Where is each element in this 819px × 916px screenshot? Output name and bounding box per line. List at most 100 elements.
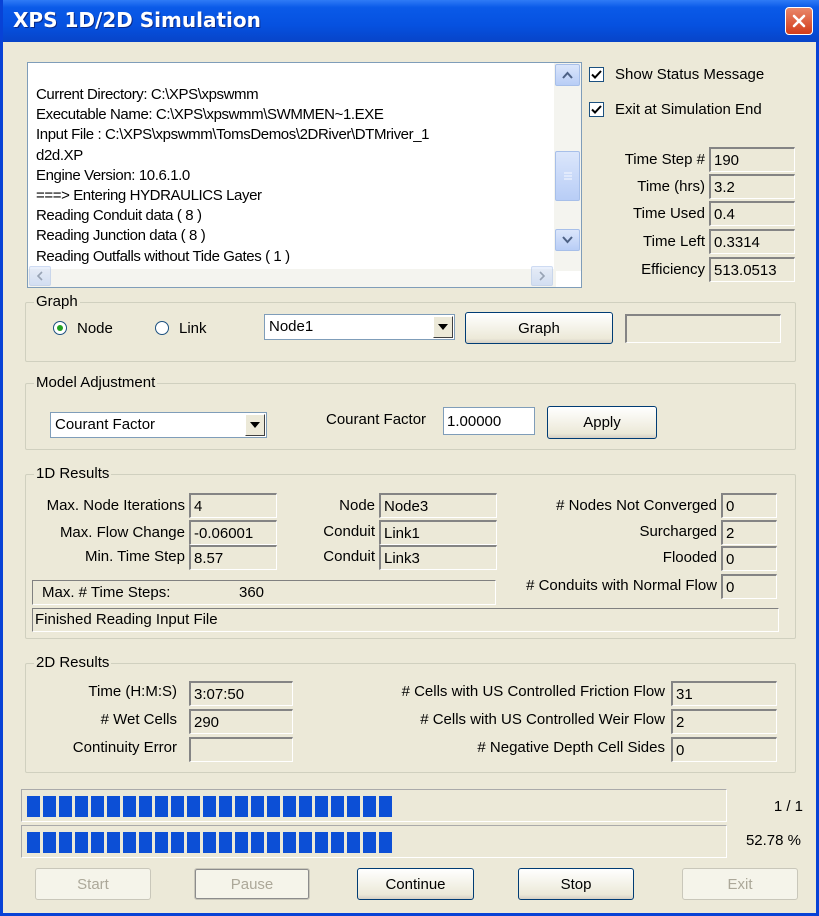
grip-icon [563, 172, 572, 180]
caret-down-icon [438, 324, 448, 330]
stop-button[interactable]: Stop [518, 868, 634, 900]
efficiency-label: Efficiency [641, 261, 705, 278]
chevron-down-icon [562, 236, 573, 244]
results-1d-title: 1D Results [34, 464, 112, 484]
nodes-not-converged-label: # Nodes Not Converged [556, 497, 717, 514]
continue-button[interactable]: Continue [357, 868, 474, 900]
show-status-checkbox[interactable] [589, 67, 604, 82]
scroll-right-button[interactable] [531, 266, 553, 286]
time-field: 3.2 [709, 174, 795, 199]
simulation-window: XPS 1D/2D Simulation Current Directory: … [0, 0, 819, 916]
start-button[interactable]: Start [35, 868, 151, 900]
window-title: XPS 1D/2D Simulation [13, 8, 261, 32]
continuity-error-field [189, 737, 293, 762]
wet-cells-label: # Wet Cells [100, 711, 177, 728]
time-left-label: Time Left [643, 233, 705, 250]
overall-progress-text: 1 / 1 [773, 798, 803, 815]
status-message-panel: Finished Reading Input File [32, 608, 779, 632]
log-line: Reading Junction data ( 8 ) [36, 227, 206, 245]
current-progress-bar [21, 825, 727, 858]
exit-at-end-label: Exit at Simulation End [615, 101, 762, 118]
status-log[interactable]: Current Directory: C:\XPS\xpswmm Executab… [27, 62, 582, 288]
apply-button[interactable]: Apply [547, 406, 657, 439]
log-line: Executable Name: C:\XPS\xpswmm\SWMMEN~1.… [36, 106, 384, 124]
max-node-iterations-field: 4 [189, 493, 277, 518]
exit-button[interactable]: Exit [682, 868, 798, 900]
dropdown-arrow[interactable] [433, 316, 453, 338]
min-time-step-field: 8.57 [189, 545, 277, 570]
adjustment-type-value: Courant Factor [55, 416, 156, 433]
time-step-label: Time Step # [624, 151, 705, 168]
exit-at-end-checkbox[interactable] [589, 102, 604, 117]
close-button[interactable] [785, 7, 813, 35]
max-time-steps-label: Max. # Time Steps: [42, 584, 171, 601]
time-label: Time (hrs) [637, 178, 705, 195]
scroll-down-button[interactable] [555, 229, 580, 251]
scroll-up-button[interactable] [555, 64, 580, 86]
min-time-step-label: Min. Time Step [84, 548, 185, 565]
node-radio[interactable] [53, 321, 67, 335]
weir-flow-label: # Cells with US Controlled Weir Flow [420, 711, 665, 728]
node-label: Node [339, 497, 375, 514]
link-radio[interactable] [155, 321, 169, 335]
max-flow-change-field: -0.06001 [189, 520, 277, 545]
close-icon [792, 14, 806, 28]
graph-item-select[interactable]: Node1 [264, 314, 455, 340]
continuity-error-label: Continuity Error [72, 739, 177, 756]
adjustment-type-select[interactable]: Courant Factor [50, 412, 267, 438]
time-hms-label: Time (H:M:S) [88, 683, 177, 700]
max-flow-change-label: Max. Flow Change [59, 524, 185, 541]
title-bar[interactable]: XPS 1D/2D Simulation [3, 0, 819, 42]
time-hms-field: 3:07:50 [189, 681, 293, 706]
status-message: Finished Reading Input File [35, 611, 218, 628]
time-step-field: 190 [709, 147, 795, 172]
time-used-field: 0.4 [709, 201, 795, 226]
log-vertical-scrollbar[interactable] [554, 63, 581, 271]
max-time-steps-panel: Max. # Time Steps: 360 [32, 580, 496, 605]
normal-flow-label: # Conduits with Normal Flow [526, 577, 717, 594]
chevron-left-icon [36, 271, 43, 281]
node-radio-label: Node [77, 320, 113, 337]
negative-depth-field: 0 [671, 737, 777, 762]
overall-progress-bar [21, 789, 727, 822]
log-line: Reading Outfalls without Tide Gates ( 1 … [36, 247, 290, 265]
negative-depth-label: # Negative Depth Cell Sides [477, 739, 665, 756]
results-2d-title: 2D Results [34, 653, 112, 673]
log-line: Input File : C:\XPS\xpswmm\TomsDemos\2DR… [36, 126, 430, 144]
model-adjustment-title: Model Adjustment [34, 373, 158, 393]
courant-factor-label: Courant Factor [326, 411, 427, 428]
wet-cells-field: 290 [189, 709, 293, 734]
graph-item-value: Node1 [269, 318, 314, 335]
scroll-thumb[interactable] [555, 151, 580, 201]
time-left-field: 0.3314 [709, 229, 795, 254]
max-time-steps-value: 360 [239, 584, 265, 601]
log-line: ===> Entering HYDRAULICS Layer [36, 187, 262, 205]
link-radio-label: Link [179, 320, 207, 337]
surcharged-label: Surcharged [639, 523, 717, 540]
nodes-not-converged-field: 0 [721, 493, 777, 518]
normal-flow-field: 0 [721, 574, 777, 599]
pause-button[interactable]: Pause [194, 868, 310, 900]
friction-flow-label: # Cells with US Controlled Friction Flow [401, 683, 665, 700]
checkmark-icon [591, 105, 602, 114]
log-line: d2d.XP [36, 146, 83, 164]
current-progress-fill [27, 832, 393, 853]
overall-progress-fill [27, 796, 393, 817]
courant-factor-input[interactable]: 1.00000 [443, 407, 535, 435]
dropdown-arrow[interactable] [245, 414, 265, 436]
conduit-field-1: Link1 [379, 520, 497, 545]
log-horizontal-scrollbar[interactable] [28, 266, 556, 287]
log-line: Engine Version: 10.6.1.0 [36, 166, 190, 184]
chevron-right-icon [539, 271, 546, 281]
show-status-label: Show Status Message [615, 66, 765, 83]
friction-flow-field: 31 [671, 681, 777, 706]
conduit-field-2: Link3 [379, 545, 497, 570]
conduit-label-1: Conduit [323, 523, 375, 540]
graph-button[interactable]: Graph [465, 312, 613, 344]
log-text: Current Directory: C:\XPS\xpswmm Executab… [36, 85, 556, 267]
flooded-label: Flooded [662, 549, 717, 566]
scroll-left-button[interactable] [29, 266, 51, 286]
conduit-label-2: Conduit [323, 548, 375, 565]
log-line: Current Directory: C:\XPS\xpswmm [36, 86, 259, 103]
time-used-label: Time Used [633, 205, 705, 222]
